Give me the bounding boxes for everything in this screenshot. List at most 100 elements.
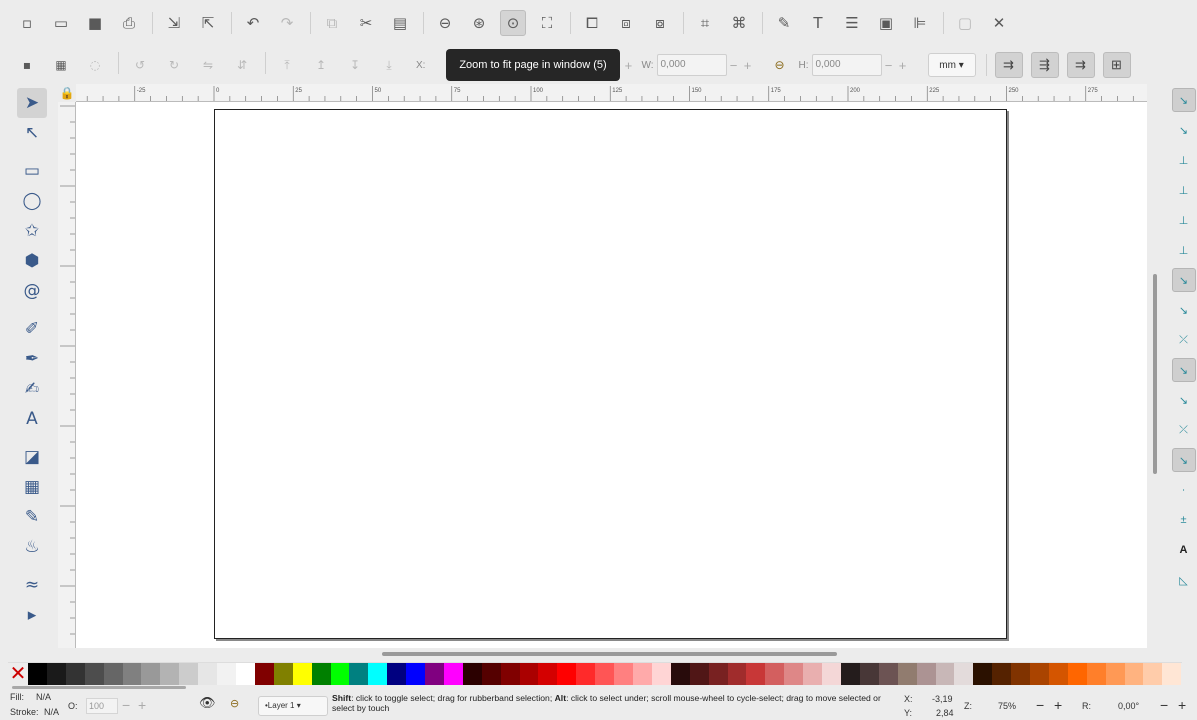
open-icon[interactable]: ▭ [48,10,74,36]
pencil-tool-icon[interactable]: ✐ [17,314,47,344]
color-swatch[interactable] [330,663,350,685]
width-increment-button[interactable]: + [741,58,755,73]
new-document-icon[interactable]: ▫ [14,10,40,36]
duplicate-icon[interactable]: ⧠ [579,10,605,36]
unlink-clone-icon[interactable]: ⧇ [647,10,673,36]
calligraphy-tool-icon[interactable]: ✍ [17,374,47,404]
snap-bbox-midpoints-icon[interactable]: ⊥ [1172,208,1196,232]
color-swatch[interactable] [425,663,444,685]
select-all-icon[interactable]: ▪ [14,52,40,78]
color-swatch[interactable] [349,663,369,685]
horizontal-scroll-thumb[interactable] [382,652,837,656]
node-tool-icon[interactable]: ↖ [17,118,47,148]
zoom-selection-icon[interactable]: ⊖ [432,10,458,36]
color-swatch[interactable] [651,663,671,685]
pen-tool-icon[interactable]: ✒ [17,344,47,374]
height-increment-button[interactable]: + [896,58,910,73]
color-swatch[interactable] [765,663,785,685]
width-input[interactable]: 0,000 [656,54,727,76]
guide-lock-icon[interactable]: 🔒 [58,84,76,102]
color-swatch[interactable] [141,663,161,685]
lock-ratio-icon[interactable]: ⊖ [767,52,793,78]
tweak-tool-icon[interactable]: ≈ [17,570,47,600]
color-swatch[interactable] [103,663,123,685]
vertical-scrollbar[interactable] [1147,84,1163,648]
horizontal-scrollbar[interactable] [76,648,1147,660]
color-swatch[interactable] [481,663,501,685]
color-swatch[interactable] [311,663,331,685]
lower-bottom-icon[interactable]: ⤓ [376,52,402,78]
text-tool-icon[interactable]: A [17,404,47,434]
color-swatch[interactable] [462,663,482,685]
horizontal-ruler[interactable]: -50-250255075100125150175200225250275300… [76,84,1147,102]
scale-corners-icon[interactable]: ⇶ [1030,52,1059,78]
color-swatch[interactable] [840,663,860,685]
color-swatch[interactable] [916,663,936,685]
height-decrement-button[interactable]: − [882,58,896,73]
raise-icon[interactable]: ↥ [308,52,334,78]
rotate-ccw-icon[interactable]: ↺ [127,52,153,78]
snap-text-baseline-icon[interactable]: A [1172,538,1196,562]
zoom-input[interactable]: 75% [998,701,1016,711]
color-swatch[interactable] [1067,663,1087,685]
color-swatch[interactable] [670,663,690,685]
dropper-tool-icon[interactable]: ✎ [17,502,47,532]
color-swatch[interactable] [822,663,841,685]
save-icon[interactable]: ■ [82,10,108,36]
opacity-input[interactable]: 100 [86,698,118,714]
mesh-tool-icon[interactable]: ▦ [17,472,47,502]
color-swatch[interactable] [538,663,558,685]
text-font-icon[interactable]: T [805,10,831,36]
color-swatch[interactable] [954,663,974,685]
zoom-drawing-icon[interactable]: ⊛ [466,10,492,36]
ellipse-tool-icon[interactable]: ◯ [17,186,47,216]
color-swatch[interactable] [292,663,312,685]
opacity-increment-button[interactable]: + [138,697,146,713]
page-area[interactable] [214,109,1007,639]
scale-stroke-icon[interactable]: ⇉ [994,52,1023,78]
color-swatch[interactable] [859,663,879,685]
color-swatch[interactable] [897,663,917,685]
color-swatch[interactable] [217,663,236,685]
clone-icon[interactable]: ⧈ [613,10,639,36]
color-swatch[interactable] [273,663,293,685]
snap-paths-icon[interactable]: ↘ [1172,298,1196,322]
transform-patterns-icon[interactable]: ⊞ [1102,52,1131,78]
xml-editor-icon[interactable]: ▣ [873,10,899,36]
more-tools-icon[interactable]: ▸ [17,600,47,630]
zoom-page-icon[interactable]: ⊙ [500,10,526,36]
selector-tool-icon[interactable]: ➤ [17,88,47,118]
snap-smooth-nodes-icon[interactable]: ↘ [1172,388,1196,412]
layers-icon[interactable]: ☰ [839,10,865,36]
color-swatch[interactable] [878,663,898,685]
flip-horizontal-icon[interactable]: ⇋ [195,52,221,78]
unit-select[interactable]: mm ▾ [927,53,976,77]
color-swatch[interactable] [803,663,823,685]
stroke-value[interactable]: N/A [44,707,59,717]
select-all-layers-icon[interactable]: ▦ [48,52,74,78]
color-swatch[interactable] [122,663,142,685]
color-swatch[interactable] [443,663,463,685]
color-swatch[interactable] [46,663,66,685]
group-icon[interactable]: ⌗ [692,10,718,36]
zoom-in-button[interactable]: + [1054,697,1062,713]
x-increment-button[interactable]: + [621,58,635,73]
snap-intersections-icon[interactable]: ⤫ [1172,328,1196,352]
fill-stroke-icon[interactable]: ✎ [771,10,797,36]
color-swatch[interactable] [935,663,955,685]
color-swatch[interactable] [28,663,47,685]
snap-rotation-centers-icon[interactable]: ± [1172,508,1196,532]
color-swatch[interactable] [595,663,615,685]
canvas[interactable] [76,102,1147,648]
layer-lock-icon[interactable]: ⊖ [230,697,239,710]
opacity-decrement-button[interactable]: − [122,697,130,713]
rotate-cw-icon[interactable]: ↻ [161,52,187,78]
copy-icon[interactable]: ⧉ [319,10,345,36]
redo-icon[interactable]: ↷ [274,10,300,36]
color-swatch[interactable] [1048,663,1068,685]
vertical-scroll-thumb[interactable] [1153,274,1157,474]
print-icon[interactable]: ⎙ [116,10,142,36]
raise-top-icon[interactable]: ⤒ [274,52,300,78]
color-swatch[interactable] [179,663,199,685]
fill-value[interactable]: N/A [36,692,51,702]
